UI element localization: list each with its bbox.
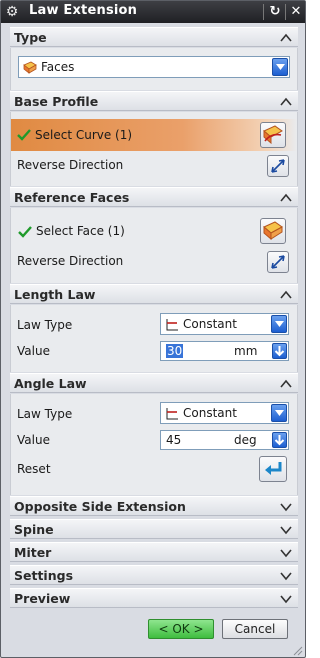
value-label: Value: [17, 344, 50, 358]
value-menu-arrow-icon[interactable]: [272, 343, 287, 359]
reset-label: Reset: [17, 462, 51, 476]
section-miter-header[interactable]: Miter: [10, 542, 298, 562]
section-title: Reference Faces: [14, 190, 130, 205]
reverse-direction-label: Reverse Direction: [17, 158, 124, 172]
chevron-up-icon[interactable]: [279, 95, 293, 109]
section-length-law-header[interactable]: Length Law: [10, 284, 298, 304]
reset-dialog-icon[interactable]: ↻: [267, 4, 283, 20]
length-unit: mm: [234, 344, 258, 358]
chevron-down-icon[interactable]: [279, 569, 293, 583]
close-icon[interactable]: ✕: [288, 4, 304, 20]
section-title: Opposite Side Extension: [14, 499, 186, 514]
face-selection-button[interactable]: [260, 218, 286, 244]
angle-value-input[interactable]: 45: [166, 433, 181, 447]
length-value-field[interactable]: 30 mm: [160, 341, 289, 361]
faces-icon: [23, 61, 37, 74]
chevron-up-icon[interactable]: [279, 191, 293, 205]
dropdown-arrow-icon[interactable]: [271, 315, 287, 333]
section-title: Base Profile: [14, 94, 99, 109]
select-face-label[interactable]: Select Face (1): [36, 224, 125, 238]
ok-button[interactable]: < OK >: [148, 619, 214, 639]
cancel-button[interactable]: Cancel: [222, 619, 288, 639]
curve-select-icon: [263, 125, 283, 145]
section-preview-header[interactable]: Preview: [10, 588, 298, 608]
face-select-icon: [263, 221, 283, 241]
chevron-down-icon[interactable]: [279, 500, 293, 514]
reverse-direction-icon: [271, 159, 285, 173]
chevron-up-icon[interactable]: [279, 288, 293, 302]
section-title: Length Law: [14, 287, 96, 302]
gear-icon[interactable]: ⚙: [4, 4, 20, 20]
dropdown-arrow-icon[interactable]: [271, 404, 287, 422]
section-title: Angle Law: [14, 376, 87, 391]
angle-law-type-dropdown[interactable]: Constant: [160, 402, 289, 424]
type-dropdown[interactable]: Faces: [18, 56, 290, 78]
chevron-down-icon[interactable]: [279, 592, 293, 606]
chevron-down-icon[interactable]: [279, 546, 293, 560]
law-extension-dialog: ⚙ Law Extension ↻ ✕ Type Faces Base Prof…: [0, 0, 306, 658]
length-law-type-value: Constant: [183, 317, 237, 331]
checkmark-icon: [17, 129, 31, 141]
section-title: Type: [14, 30, 47, 45]
dialog-title: Law Extension: [29, 3, 138, 18]
reverse-direction-button[interactable]: [267, 155, 289, 177]
resize-grip-icon[interactable]: [291, 644, 303, 656]
type-dropdown-value: Faces: [41, 60, 75, 74]
chevron-down-icon[interactable]: [279, 523, 293, 537]
reset-arrow-icon: [265, 462, 282, 475]
length-law-type-dropdown[interactable]: Constant: [160, 313, 289, 335]
section-type-header[interactable]: Type: [10, 27, 298, 47]
section-type-body: Faces: [10, 48, 298, 90]
section-title: Spine: [14, 522, 54, 537]
dropdown-arrow-icon[interactable]: [272, 58, 288, 76]
section-spine-header[interactable]: Spine: [10, 519, 298, 539]
law-type-label: Law Type: [17, 318, 73, 332]
angle-law-type-value: Constant: [183, 406, 237, 420]
chevron-up-icon[interactable]: [279, 377, 293, 391]
length-value-input[interactable]: 30: [166, 344, 184, 358]
constant-law-icon: [166, 319, 178, 331]
section-title: Settings: [14, 568, 74, 583]
title-separator: [263, 4, 264, 20]
checkmark-icon: [18, 226, 32, 238]
select-curve-label: Select Curve (1): [35, 128, 133, 142]
title-separator: [285, 4, 286, 20]
section-title: Miter: [14, 545, 52, 560]
chevron-up-icon[interactable]: [279, 31, 293, 45]
curve-selection-button[interactable]: [260, 122, 286, 148]
reset-button[interactable]: [259, 456, 287, 482]
title-bar: ⚙ Law Extension ↻ ✕: [1, 1, 305, 23]
reverse-direction-label: Reverse Direction: [17, 254, 124, 268]
value-menu-arrow-icon[interactable]: [272, 432, 287, 448]
law-type-label: Law Type: [17, 407, 73, 421]
reverse-direction-button[interactable]: [267, 251, 289, 273]
section-settings-header[interactable]: Settings: [10, 565, 298, 585]
section-opposite-side-extension-header[interactable]: Opposite Side Extension: [10, 496, 298, 516]
value-label: Value: [17, 433, 50, 447]
section-title: Preview: [14, 591, 71, 606]
angle-value-field[interactable]: 45 deg: [160, 430, 289, 450]
section-base-profile-header[interactable]: Base Profile: [10, 91, 298, 111]
reverse-direction-icon: [271, 255, 285, 269]
select-curve-row[interactable]: Select Curve (1): [11, 119, 297, 151]
section-angle-law-header[interactable]: Angle Law: [10, 373, 298, 393]
section-reference-faces-header[interactable]: Reference Faces: [10, 187, 298, 207]
angle-unit: deg: [234, 433, 257, 447]
constant-law-icon: [166, 408, 178, 420]
section-reference-faces-body: Select Face (1): [10, 208, 298, 283]
